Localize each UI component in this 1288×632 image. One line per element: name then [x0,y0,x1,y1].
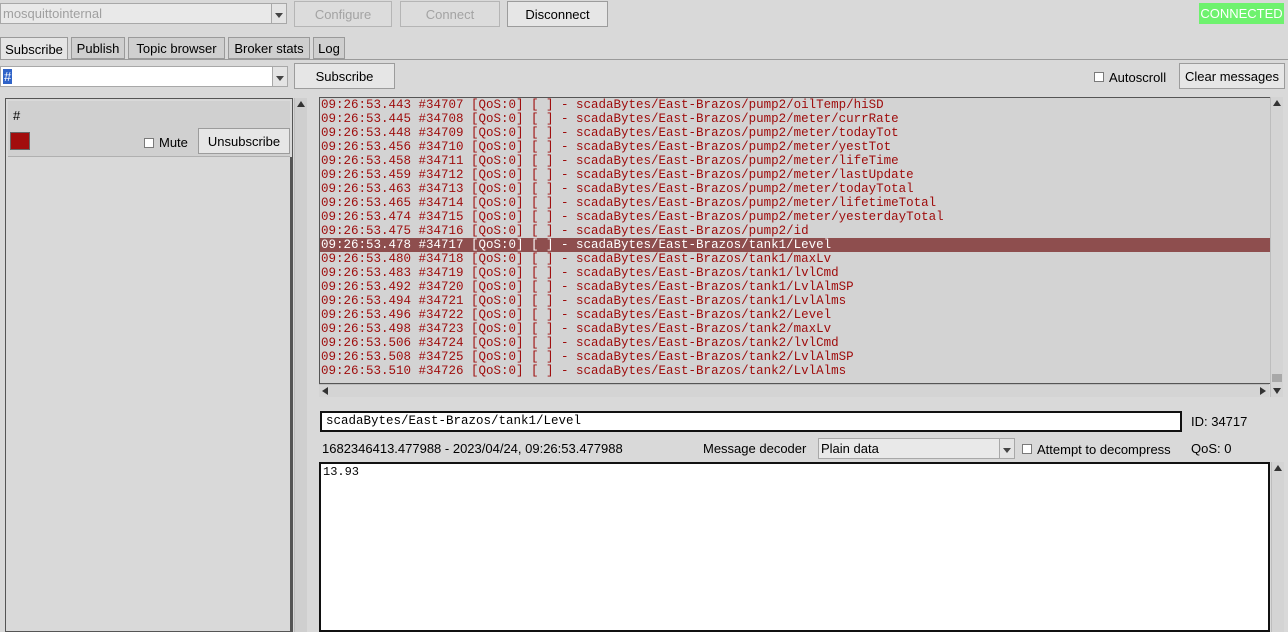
message-row[interactable]: 09:26:53.463 #34713 [QoS:0] [ ] - scadaB… [320,182,1270,196]
message-row[interactable]: 09:26:53.510 #34726 [QoS:0] [ ] - scadaB… [320,364,1270,378]
mute-checkbox[interactable]: Mute [144,135,188,150]
message-row[interactable]: 09:26:53.458 #34711 [QoS:0] [ ] - scadaB… [320,154,1270,168]
left-panel-scrollbar[interactable] [294,98,307,632]
subscription-color-swatch[interactable] [10,132,30,150]
message-row[interactable]: 09:26:53.498 #34723 [QoS:0] [ ] - scadaB… [320,322,1270,336]
scroll-up-icon[interactable] [297,101,305,107]
decompress-checkbox[interactable]: Attempt to decompress [1022,441,1171,457]
payload-scrollbar[interactable] [1271,462,1284,632]
message-row[interactable]: 09:26:53.465 #34714 [QoS:0] [ ] - scadaB… [320,196,1270,210]
clear-messages-button[interactable]: Clear messages [1179,63,1285,89]
autoscroll-checkbox-box[interactable] [1094,72,1104,82]
message-list-vscrollbar[interactable] [1270,97,1283,397]
message-row[interactable]: 09:26:53.508 #34725 [QoS:0] [ ] - scadaB… [320,350,1270,364]
mute-checkbox-box[interactable] [144,137,154,148]
message-row[interactable]: 09:26:53.480 #34718 [QoS:0] [ ] - scadaB… [320,252,1270,266]
subscribe-button[interactable]: Subscribe [294,63,395,89]
decompress-checkbox-box[interactable] [1022,444,1032,454]
scroll-up-icon[interactable] [1273,100,1281,106]
scroll-right-icon[interactable] [1260,387,1266,395]
autoscroll-checkbox[interactable]: Autoscroll [1094,69,1166,85]
message-row[interactable]: 09:26:53.506 #34724 [QoS:0] [ ] - scadaB… [320,336,1270,350]
message-list-hscrollbar[interactable] [319,384,1269,397]
message-row[interactable]: 09:26:53.459 #34712 [QoS:0] [ ] - scadaB… [320,168,1270,182]
subscriptions-panel: # Mute Unsubscribe [5,98,293,632]
subscribe-topic-combo[interactable]: # [0,66,288,87]
tab-broker-stats[interactable]: Broker stats [228,37,310,59]
subscription-topic: # [13,108,21,123]
decompress-label: Attempt to decompress [1037,441,1171,457]
unsubscribe-button[interactable]: Unsubscribe [198,128,290,154]
message-row[interactable]: 09:26:53.448 #34709 [QoS:0] [ ] - scadaB… [320,126,1270,140]
tab-publish[interactable]: Publish [71,37,125,59]
tab-panel-border [0,59,1288,60]
connection-status-badge: CONNECTED [1199,3,1284,24]
scroll-down-icon[interactable] [1273,388,1281,394]
autoscroll-label: Autoscroll [1109,69,1167,85]
message-row[interactable]: 09:26:53.496 #34722 [QoS:0] [ ] - scadaB… [320,308,1270,322]
connect-button[interactable]: Connect [400,1,500,27]
message-row[interactable]: 09:26:53.478 #34717 [QoS:0] [ ] - scadaB… [320,238,1270,252]
message-id-label: ID: 34717 [1191,414,1248,429]
selected-topic-field[interactable]: scadaBytes/East-Brazos/tank1/Level [320,411,1182,432]
tab-topic-browser[interactable]: Topic browser [128,37,225,59]
message-row[interactable]: 09:26:53.474 #34715 [QoS:0] [ ] - scadaB… [320,210,1270,224]
message-row[interactable]: 09:26:53.494 #34721 [QoS:0] [ ] - scadaB… [320,294,1270,308]
qos-label: QoS: 0 [1191,441,1232,456]
message-decoder-select[interactable]: Plain data [818,438,1015,459]
message-row[interactable]: 09:26:53.475 #34716 [QoS:0] [ ] - scadaB… [320,224,1270,238]
subscription-item[interactable]: # Mute Unsubscribe [8,101,290,157]
broker-select[interactable]: mosquittointernal [0,3,287,24]
payload-view[interactable]: 13.93 [319,462,1270,632]
tab-subscribe[interactable]: Subscribe [0,37,68,60]
tab-log[interactable]: Log [313,37,345,59]
splitter[interactable] [307,98,317,632]
chevron-down-icon [271,4,286,23]
configure-button[interactable]: Configure [294,1,392,27]
message-row[interactable]: 09:26:53.483 #34719 [QoS:0] [ ] - scadaB… [320,266,1270,280]
message-timestamp: 1682346413.477988 - 2023/04/24, 09:26:53… [322,441,623,456]
message-decoder-value: Plain data [821,441,879,456]
subscribe-topic-input[interactable]: # [3,69,13,84]
subscriptions-scrollbar[interactable] [290,157,292,631]
message-row[interactable]: 09:26:53.456 #34710 [QoS:0] [ ] - scadaB… [320,140,1270,154]
message-list[interactable]: 09:26:53.443 #34707 [QoS:0] [ ] - scadaB… [319,97,1271,384]
broker-select-value: mosquittointernal [3,6,102,21]
message-row[interactable]: 09:26:53.492 #34720 [QoS:0] [ ] - scadaB… [320,280,1270,294]
chevron-down-icon [272,67,287,86]
disconnect-button[interactable]: Disconnect [507,1,608,27]
chevron-down-icon [999,439,1014,458]
scroll-left-icon[interactable] [322,387,328,395]
message-row[interactable]: 09:26:53.443 #34707 [QoS:0] [ ] - scadaB… [320,98,1270,112]
message-decoder-label: Message decoder [703,441,807,456]
mute-label: Mute [159,135,188,150]
message-row[interactable]: 09:26:53.445 #34708 [QoS:0] [ ] - scadaB… [320,112,1270,126]
scroll-thumb[interactable] [1272,374,1282,382]
scroll-up-icon[interactable] [1274,465,1282,471]
